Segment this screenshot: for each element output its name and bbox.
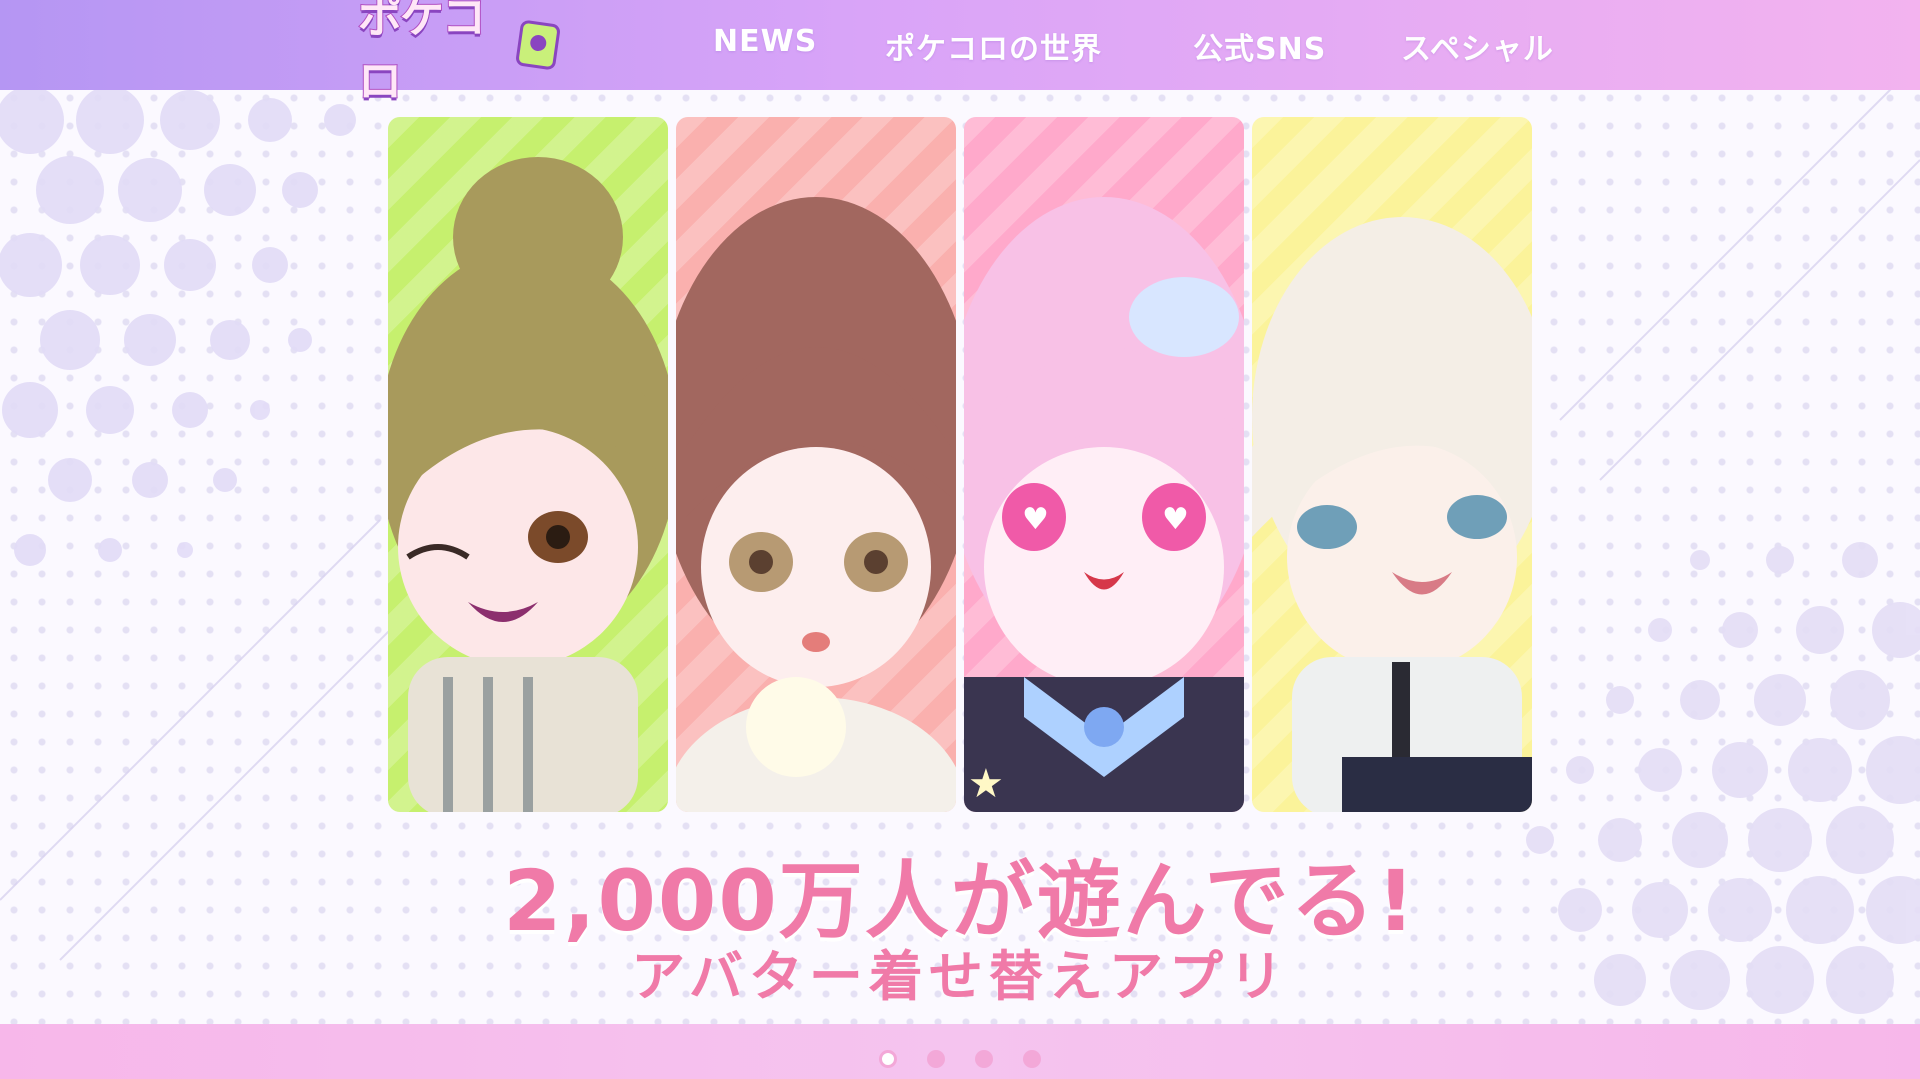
svg-text:♥: ♥ — [1022, 502, 1049, 537]
avatar-illustration — [676, 197, 956, 812]
avatar-illustration: ♥ ♥ ★ — [964, 197, 1244, 812]
nav-news[interactable]: NEWS — [713, 24, 817, 59]
carousel-pagination — [0, 1050, 1920, 1070]
nav-pokecolo-world[interactable]: ポケコロの世界 — [885, 24, 1102, 68]
carousel-dot-4[interactable] — [1023, 1050, 1041, 1068]
site-header: ポケコロ NEWS ポケコロの世界 公式SNS スペシャル — [0, 0, 1920, 108]
nav-official-sns[interactable]: 公式SNS — [1193, 24, 1326, 68]
avatar-illustration — [388, 157, 668, 812]
avatar-card-4[interactable] — [1252, 117, 1532, 812]
svg-text:♥: ♥ — [1162, 502, 1189, 537]
logo-badge-icon — [515, 19, 562, 71]
nav-special[interactable]: スペシャル — [1401, 24, 1554, 68]
carousel-dot-3[interactable] — [975, 1050, 993, 1068]
avatar-card-3[interactable]: ♥ ♥ ★ — [964, 117, 1244, 812]
carousel-dot-1[interactable] — [879, 1050, 897, 1068]
logo-text: ポケコロ — [357, 0, 487, 108]
avatar-card-1[interactable] — [388, 117, 668, 812]
hero-subline: アバター着せ替えアプリ — [631, 945, 1289, 1008]
carousel-dot-2[interactable] — [927, 1050, 945, 1068]
avatar-card-2[interactable] — [676, 117, 956, 812]
site-logo[interactable]: ポケコロ — [357, 0, 562, 108]
svg-text:★: ★ — [968, 761, 1004, 807]
avatar-illustration — [1252, 217, 1532, 812]
